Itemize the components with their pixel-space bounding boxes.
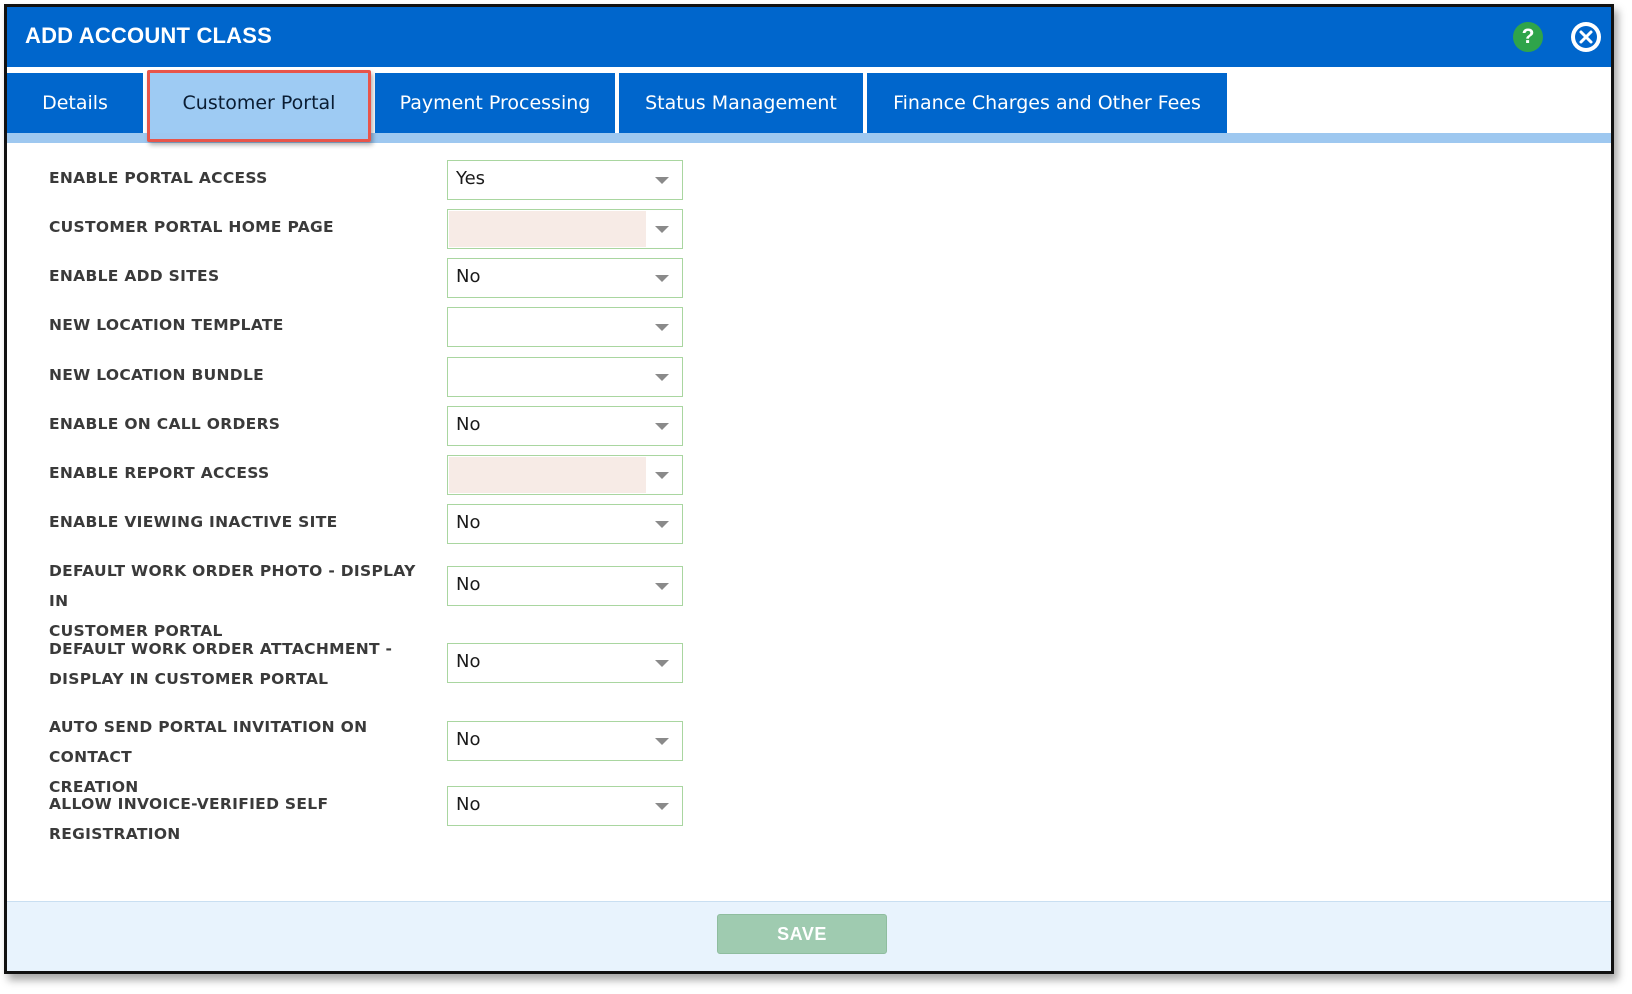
chevron-down-icon xyxy=(655,177,669,184)
field-label-enable-on-call-orders: ENABLE ON CALL ORDERS xyxy=(49,415,281,433)
select-disabled-fill xyxy=(449,211,646,247)
chevron-down-icon xyxy=(655,660,669,667)
tab-finance-charges[interactable]: Finance Charges and Other Fees xyxy=(867,73,1227,133)
chevron-down-icon xyxy=(655,803,669,810)
tab-bar: Details Customer Portal Payment Processi… xyxy=(7,67,1611,143)
select-value: No xyxy=(456,729,481,750)
field-label-default-work-order-photo: DEFAULT WORK ORDER PHOTO - DISPLAY IN CU… xyxy=(49,556,429,646)
chevron-down-icon xyxy=(655,226,669,233)
select-disabled-fill xyxy=(449,457,646,493)
new-location-bundle-select[interactable] xyxy=(447,357,683,397)
customer-portal-home-page-select[interactable] xyxy=(447,209,683,249)
new-location-template-select[interactable] xyxy=(447,307,683,347)
help-icon[interactable]: ? xyxy=(1513,22,1543,52)
chevron-down-icon xyxy=(655,374,669,381)
tab-highlight-box xyxy=(147,70,371,142)
chevron-down-icon xyxy=(655,423,669,430)
field-label-default-work-order-attachment: DEFAULT WORK ORDER ATTACHMENT - DISPLAY … xyxy=(49,634,429,694)
chevron-down-icon xyxy=(655,275,669,282)
default-work-order-photo-select[interactable]: No xyxy=(447,566,683,606)
dialog-title: ADD ACCOUNT CLASS xyxy=(25,23,273,48)
enable-on-call-orders-select[interactable]: No xyxy=(447,406,683,446)
save-button[interactable]: SAVE xyxy=(717,914,887,954)
enable-portal-access-select[interactable]: Yes xyxy=(447,160,683,200)
select-value: No xyxy=(456,266,481,287)
field-label-enable-report-access: ENABLE REPORT ACCESS xyxy=(49,464,270,482)
select-value: No xyxy=(456,414,481,435)
select-value: Yes xyxy=(456,168,486,189)
chevron-down-icon xyxy=(655,324,669,331)
chevron-down-icon xyxy=(655,738,669,745)
field-label-new-location-template: NEW LOCATION TEMPLATE xyxy=(49,316,284,334)
chevron-down-icon xyxy=(655,521,669,528)
label-line-1: DEFAULT WORK ORDER ATTACHMENT - xyxy=(49,640,393,658)
chevron-down-icon xyxy=(655,472,669,479)
label-line-1: AUTO SEND PORTAL INVITATION ON CONTACT xyxy=(49,718,368,766)
add-account-class-dialog: ADD ACCOUNT CLASS ? Details Customer Por… xyxy=(4,4,1614,974)
field-label-allow-invoice-verified-self-registration: ALLOW INVOICE-VERIFIED SELF REGISTRATION xyxy=(49,795,329,843)
field-label-customer-portal-home-page: CUSTOMER PORTAL HOME PAGE xyxy=(49,218,334,236)
field-label-new-location-bundle: NEW LOCATION BUNDLE xyxy=(49,366,265,384)
enable-add-sites-select[interactable]: No xyxy=(447,258,683,298)
select-value: No xyxy=(456,651,481,672)
select-value: No xyxy=(456,574,481,595)
select-value: No xyxy=(456,794,481,815)
close-icon[interactable] xyxy=(1571,22,1601,52)
tab-status-management[interactable]: Status Management xyxy=(619,73,863,133)
allow-invoice-verified-self-registration-select[interactable]: No xyxy=(447,786,683,826)
field-label-enable-portal-access: ENABLE PORTAL ACCESS xyxy=(49,169,268,187)
tab-details[interactable]: Details xyxy=(7,73,143,133)
chevron-down-icon xyxy=(655,583,669,590)
label-line-1: DEFAULT WORK ORDER PHOTO - DISPLAY IN xyxy=(49,562,416,610)
enable-viewing-inactive-site-select[interactable]: No xyxy=(447,504,683,544)
field-label-enable-add-sites: ENABLE ADD SITES xyxy=(49,267,220,285)
tab-payment-processing[interactable]: Payment Processing xyxy=(375,73,615,133)
dialog-footer: SAVE xyxy=(7,901,1611,971)
auto-send-portal-invitation-select[interactable]: No xyxy=(447,721,683,761)
enable-report-access-select[interactable] xyxy=(447,455,683,495)
label-line-2: DISPLAY IN CUSTOMER PORTAL xyxy=(49,670,329,688)
select-value: No xyxy=(456,512,481,533)
default-work-order-attachment-select[interactable]: No xyxy=(447,643,683,683)
dialog-titlebar: ADD ACCOUNT CLASS ? xyxy=(7,7,1611,67)
field-label-enable-viewing-inactive-site: ENABLE VIEWING INACTIVE SITE xyxy=(49,513,338,531)
